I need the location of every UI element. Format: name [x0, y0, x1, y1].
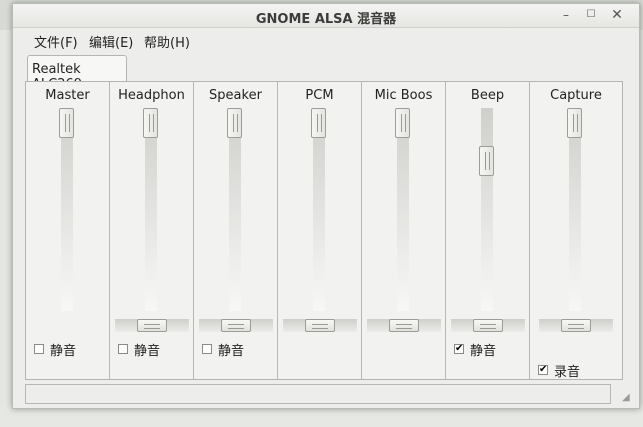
- status-bar: [25, 384, 611, 404]
- mute-checkbox[interactable]: [34, 344, 44, 354]
- mute-label: 静音: [470, 344, 497, 359]
- channel-name: Capture: [550, 88, 602, 103]
- balance-slider-thumb[interactable]: [561, 319, 591, 332]
- channel-name: Headphon: [118, 88, 185, 103]
- menu-file[interactable]: 文件(F): [34, 32, 78, 51]
- balance-slider-track[interactable]: [283, 319, 357, 332]
- volume-slider-thumb[interactable]: [59, 108, 74, 138]
- balance-slider-thumb[interactable]: [473, 319, 503, 332]
- channel-strip: Headphon 静音: [110, 82, 194, 379]
- record-label: 录音: [554, 365, 581, 380]
- window-title: GNOME ALSA 混音器: [255, 12, 397, 27]
- mute-label: 静音: [50, 344, 77, 359]
- volume-slider-track[interactable]: [479, 108, 494, 311]
- channel-strip: PCM: [278, 82, 362, 379]
- volume-slider-track[interactable]: [59, 108, 74, 311]
- close-icon[interactable]: ✕: [609, 7, 625, 23]
- volume-slider-thumb[interactable]: [311, 108, 326, 138]
- balance-slider-thumb[interactable]: [137, 319, 167, 332]
- channel-name: Beep: [470, 88, 505, 103]
- channel-name: Speaker: [209, 88, 262, 103]
- volume-slider-track[interactable]: [227, 108, 242, 311]
- mixer-panel: Master 静音 Headphon 静音 Speaker 静音 PCM Mic Boos Be…: [25, 81, 623, 380]
- mute-checkbox[interactable]: [118, 344, 128, 354]
- mute-checkbox[interactable]: [202, 344, 212, 354]
- channel-name: Mic Boos: [374, 88, 433, 103]
- volume-slider-track[interactable]: [567, 108, 582, 311]
- channel-strip: Master 静音: [26, 82, 110, 379]
- volume-slider-thumb[interactable]: [143, 108, 158, 138]
- menu-bar: 文件(F) 编辑(E) 帮助(H): [13, 28, 639, 52]
- menu-help[interactable]: 帮助(H): [144, 32, 190, 51]
- volume-slider-track[interactable]: [311, 108, 326, 311]
- channel-strip: Speaker 静音: [194, 82, 278, 379]
- channel-name: Master: [45, 88, 90, 103]
- volume-slider-thumb[interactable]: [479, 146, 494, 176]
- channel-strip: Beep ✔ 静音: [446, 82, 530, 379]
- balance-slider-track[interactable]: [367, 319, 441, 332]
- maximize-icon[interactable]: ☐: [583, 7, 599, 23]
- mute-label: 静音: [134, 344, 161, 359]
- channel-name: PCM: [305, 88, 334, 103]
- volume-slider-track[interactable]: [395, 108, 410, 311]
- channel-strip: Capture ✔ 录音: [530, 82, 622, 380]
- minimize-icon[interactable]: –: [558, 7, 574, 23]
- balance-slider-track[interactable]: [539, 319, 613, 332]
- mute-checkbox[interactable]: ✔: [454, 344, 464, 354]
- balance-slider-track[interactable]: [451, 319, 525, 332]
- balance-slider-thumb[interactable]: [389, 319, 419, 332]
- tab-realtek-alc269[interactable]: Realtek ALC269: [27, 55, 127, 92]
- volume-slider-thumb[interactable]: [395, 108, 410, 138]
- channel-strip: Mic Boos: [362, 82, 446, 379]
- volume-slider-track[interactable]: [143, 108, 158, 311]
- mixer-window: GNOME ALSA 混音器 – ☐ ✕ 文件(F) 编辑(E) 帮助(H) R…: [12, 3, 640, 409]
- volume-slider-thumb[interactable]: [227, 108, 242, 138]
- record-checkbox[interactable]: ✔: [538, 365, 548, 375]
- title-bar[interactable]: GNOME ALSA 混音器 – ☐ ✕: [13, 4, 639, 28]
- resize-grip-icon[interactable]: ◢: [622, 392, 634, 404]
- mute-label: 静音: [218, 344, 245, 359]
- balance-slider-track[interactable]: [199, 319, 273, 332]
- balance-slider-thumb[interactable]: [221, 319, 251, 332]
- volume-slider-thumb[interactable]: [567, 108, 582, 138]
- balance-slider-thumb[interactable]: [305, 319, 335, 332]
- menu-edit[interactable]: 编辑(E): [89, 32, 133, 51]
- balance-slider-track[interactable]: [115, 319, 189, 332]
